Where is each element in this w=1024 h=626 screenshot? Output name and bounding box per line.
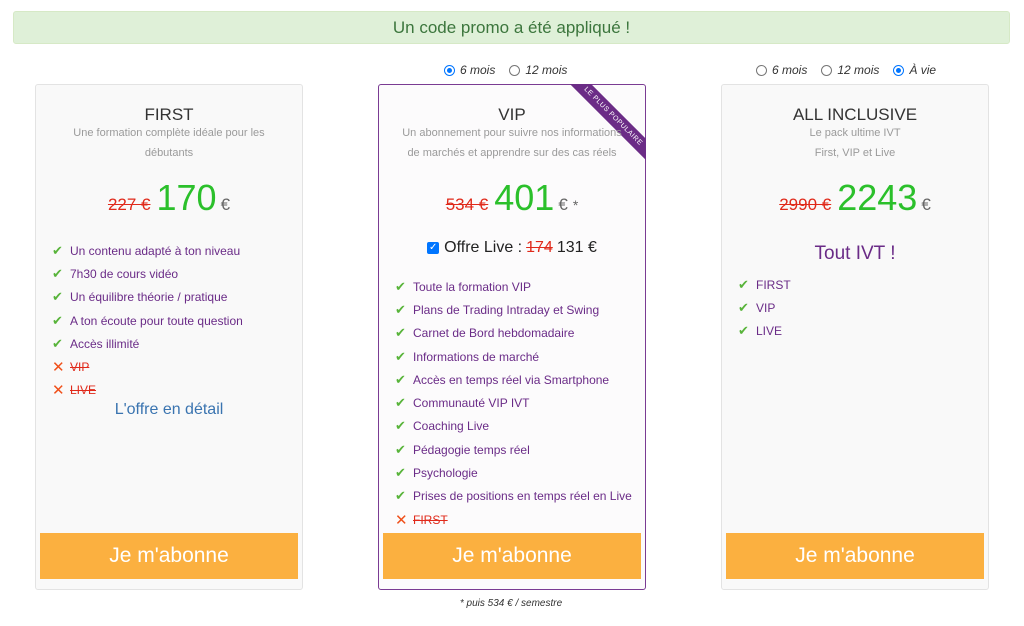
- subscribe-button-first[interactable]: Je m'abonne: [40, 533, 298, 579]
- feature-item: ✔ Un contenu adapté à ton niveau: [52, 242, 241, 258]
- feature-item: ✔ Plans de Trading Intraday et Swing: [395, 301, 600, 317]
- plan-title: FIRST: [144, 105, 194, 124]
- feature-item: ✔ Communauté VIP IVT: [395, 395, 530, 411]
- radio-unselected-icon[interactable]: [756, 64, 767, 76]
- plan-title: VIP: [498, 105, 526, 124]
- radio-selected-icon[interactable]: [444, 64, 455, 76]
- offer-detail-link[interactable]: L'offre en détail: [36, 401, 302, 419]
- currency: €: [558, 195, 568, 214]
- feature-item: ✔ 7h30 de cours vidéo: [52, 265, 179, 281]
- excluded-item: ✕ LIVE: [52, 382, 97, 400]
- radio-unselected-icon[interactable]: [821, 64, 833, 76]
- feature-list: ✔ Un contenu adapté à ton niveau ✔ 7h30 de…: [52, 239, 243, 402]
- new-price: 2243: [837, 177, 918, 218]
- check-icon: ✔: [395, 465, 406, 481]
- check-icon: ✔: [738, 276, 749, 292]
- feature-list: ✔ Toute la formation VIP ✔ Plans de Tradin…: [395, 275, 632, 531]
- subscribe-button-all-inclusive[interactable]: Je m'abonne: [726, 533, 984, 579]
- subscribe-button-vip[interactable]: Je m'abonne: [383, 533, 641, 579]
- price-row: 534 € 401 € *: [379, 177, 645, 219]
- feature-item: ✔ Pédagogie temps réel: [395, 441, 530, 457]
- old-price: 227 €: [107, 195, 151, 214]
- radio-selected-icon[interactable]: [893, 64, 905, 76]
- check-icon: ✔: [738, 299, 749, 315]
- cross-icon: ✕: [52, 382, 65, 400]
- check-icon: ✔: [738, 323, 749, 339]
- check-icon: ✔: [395, 488, 406, 504]
- feature-item: ✔ Informations de marché: [395, 348, 540, 364]
- cross-icon: ✕: [52, 359, 65, 377]
- feature-item: ✔ Coaching Live: [395, 418, 490, 434]
- plan-title: ALL INCLUSIVE: [792, 105, 918, 124]
- old-price: 534 €: [445, 195, 489, 214]
- vip-duration-12-mois[interactable]: 12 mois: [509, 63, 567, 77]
- check-icon: ✔: [52, 265, 63, 281]
- price-row: 2990 € 2243 €: [722, 177, 988, 219]
- currency: €: [921, 195, 931, 214]
- feature-item: ✔ LIVE: [738, 323, 783, 339]
- check-icon: ✔: [395, 418, 406, 434]
- feature-item: ✔ Accès illimité: [52, 335, 140, 351]
- all-inclusive-headline: Tout IVT !: [814, 243, 896, 264]
- new-price: 401: [494, 177, 555, 218]
- plan-subtitle-line2: First, VIP et Live: [814, 147, 896, 159]
- live-option-checkbox[interactable]: ✓ Offre Live : 174 131 €: [379, 239, 645, 257]
- feature-item: ✔ Toute la formation VIP: [395, 278, 532, 294]
- price-row: 227 € 170 €: [36, 177, 302, 219]
- check-icon: ✔: [395, 301, 406, 317]
- vip-price-footnote: * puis 534 € / semestre: [459, 598, 563, 609]
- all-duration-selector: 6 mois 12 mois À vie: [756, 63, 936, 77]
- feature-item: ✔ Psychologie: [395, 465, 478, 481]
- plan-card-vip: LE PLUS POPULAIRE VIP Un abonnement pour…: [378, 84, 646, 590]
- feature-item: ✔ Un équilibre théorie / pratique: [52, 289, 228, 305]
- plan-subtitle-line1: Le pack ultime IVT: [809, 127, 901, 139]
- feature-item: ✔ VIP: [738, 299, 776, 315]
- checkbox-checked-icon[interactable]: ✓: [427, 242, 440, 254]
- check-icon: ✔: [52, 335, 63, 351]
- new-price: 170: [156, 177, 217, 218]
- check-icon: ✔: [52, 289, 63, 305]
- promo-applied-text: Un code promo a été appliqué !: [392, 17, 631, 37]
- all-duration-6-mois[interactable]: 6 mois: [756, 63, 807, 77]
- check-icon: ✔: [52, 242, 63, 258]
- cross-icon: ✕: [395, 511, 408, 529]
- check-icon: ✔: [52, 312, 63, 328]
- check-icon: ✔: [395, 395, 406, 411]
- old-price: 2990 €: [779, 195, 832, 214]
- promo-applied-banner: Un code promo a été appliqué !: [13, 11, 1010, 44]
- price-asterisk: *: [572, 197, 579, 213]
- check-icon: ✔: [395, 371, 406, 387]
- feature-item: ✔ Prises de positions en temps réel en Li…: [395, 488, 632, 504]
- check-icon: ✔: [395, 348, 406, 364]
- check-icon: ✔: [395, 441, 406, 457]
- plan-subtitle-line1: Un abonnement pour suivre nos informatio…: [402, 127, 622, 139]
- all-duration-a-vie[interactable]: À vie: [893, 63, 936, 77]
- radio-unselected-icon[interactable]: [509, 64, 521, 76]
- all-duration-12-mois[interactable]: 12 mois: [821, 63, 879, 77]
- currency: €: [220, 195, 231, 214]
- vip-duration-selector: 6 mois 12 mois: [444, 63, 567, 77]
- check-icon: ✔: [395, 325, 406, 341]
- plan-subtitle-line2: débutants: [144, 147, 194, 159]
- live-option-new-price: 131 €: [556, 239, 597, 256]
- excluded-item: ✕ FIRST: [395, 511, 448, 529]
- feature-item: ✔ Accès en temps réel via Smartphone: [395, 371, 610, 387]
- plan-subtitle-line2: de marchés et apprendre sur des cas réel…: [407, 147, 617, 159]
- plan-subtitle-line1: Une formation complète idéale pour les: [73, 127, 265, 139]
- live-option-label: Offre Live :: [444, 239, 523, 256]
- plan-card-first: FIRST Une formation complète idéale pour…: [35, 84, 303, 590]
- live-option-old-price: 174: [526, 239, 553, 256]
- excluded-item: ✕ VIP: [52, 359, 90, 377]
- check-icon: ✔: [395, 278, 406, 294]
- plan-card-all-inclusive: ALL INCLUSIVE Le pack ultime IVT First, …: [721, 84, 989, 590]
- feature-item: ✔ FIRST: [738, 276, 791, 292]
- feature-list: ✔ FIRST ✔ VIP ✔ LIVE: [738, 273, 791, 343]
- feature-item: ✔ A ton écoute pour toute question: [52, 312, 243, 328]
- feature-item: ✔ Carnet de Bord hebdomadaire: [395, 325, 575, 341]
- vip-duration-6-mois[interactable]: 6 mois: [444, 63, 495, 77]
